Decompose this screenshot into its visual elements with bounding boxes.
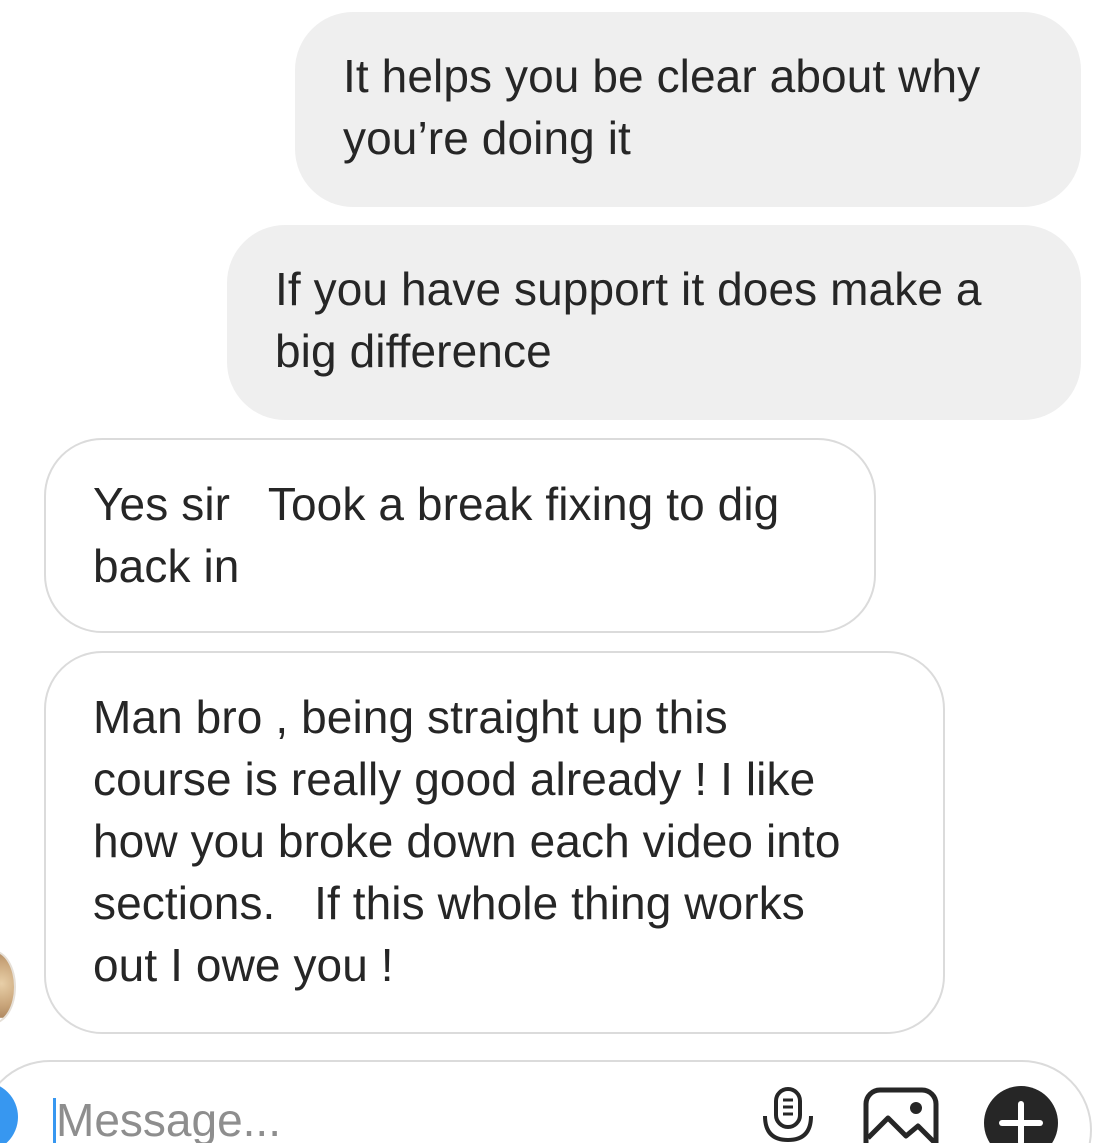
image-gallery-icon[interactable] bbox=[862, 1086, 942, 1143]
received-message-bubble[interactable]: Yes sir Took a break fixing to dig back … bbox=[44, 438, 876, 633]
chat-screen: It helps you be clear about why you’re d… bbox=[0, 0, 1117, 1143]
sent-message-bubble[interactable]: If you have support it does make a big d… bbox=[227, 225, 1081, 420]
received-message-bubble[interactable]: Man bro , being straight up this course … bbox=[44, 651, 945, 1034]
plus-icon[interactable] bbox=[984, 1086, 1058, 1143]
sent-message-bubble[interactable]: It helps you be clear about why you’re d… bbox=[295, 12, 1081, 207]
sender-avatar[interactable] bbox=[0, 950, 16, 1024]
message-input[interactable] bbox=[56, 1090, 656, 1143]
microphone-icon[interactable] bbox=[758, 1086, 818, 1143]
